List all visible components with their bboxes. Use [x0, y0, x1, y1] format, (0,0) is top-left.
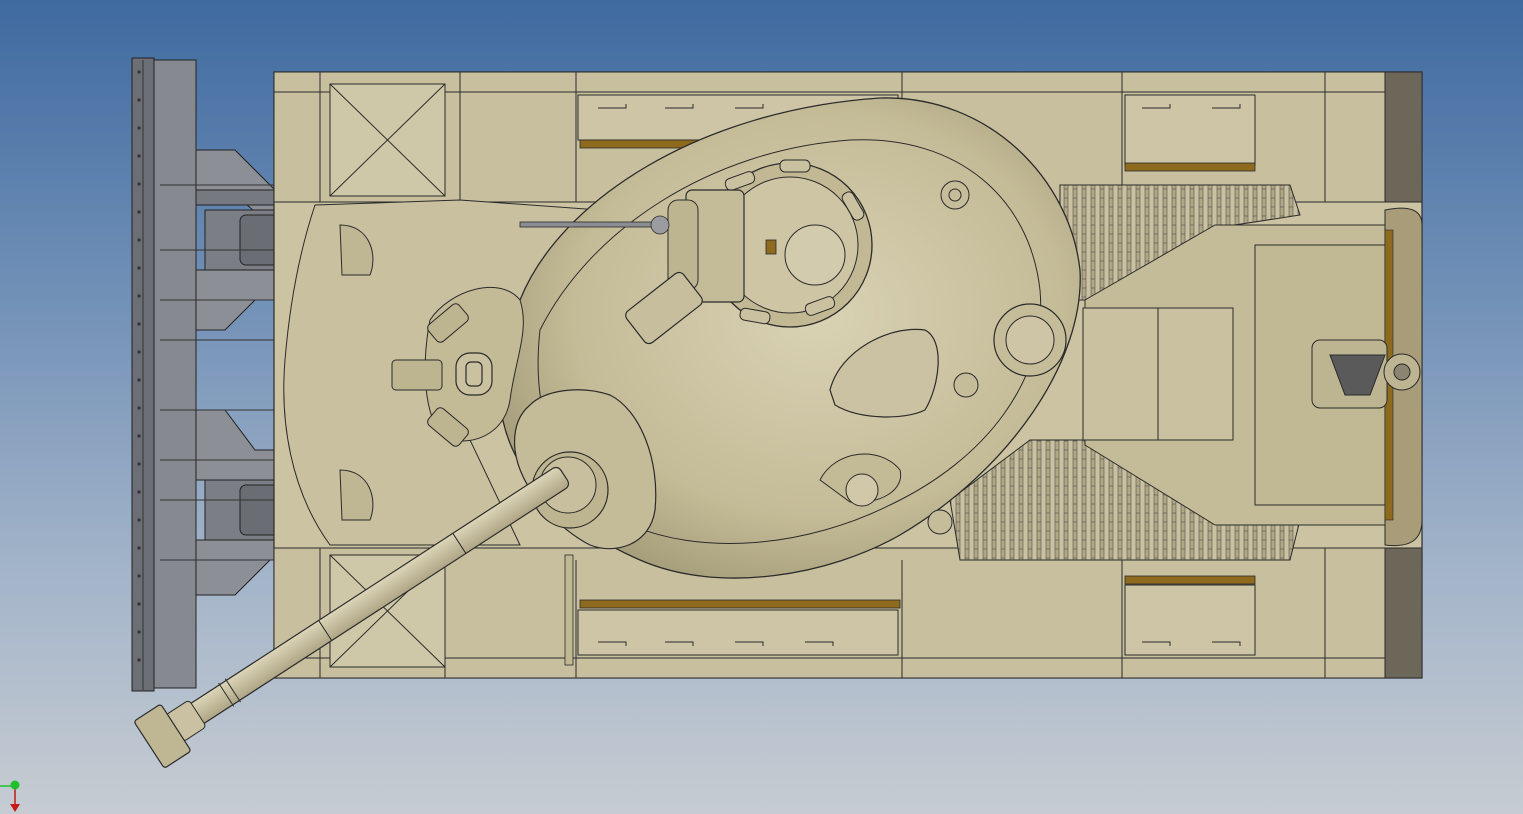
- tank-model-top-view[interactable]: [0, 0, 1523, 814]
- cad-viewport[interactable]: [0, 0, 1523, 814]
- storage-box-upper: [329, 83, 446, 197]
- axis-triad: [0, 780, 20, 812]
- dozer-blade[interactable]: [131, 57, 197, 692]
- y-axis-dot-icon: [10, 780, 20, 790]
- z-axis-arrow-icon: [10, 804, 20, 812]
